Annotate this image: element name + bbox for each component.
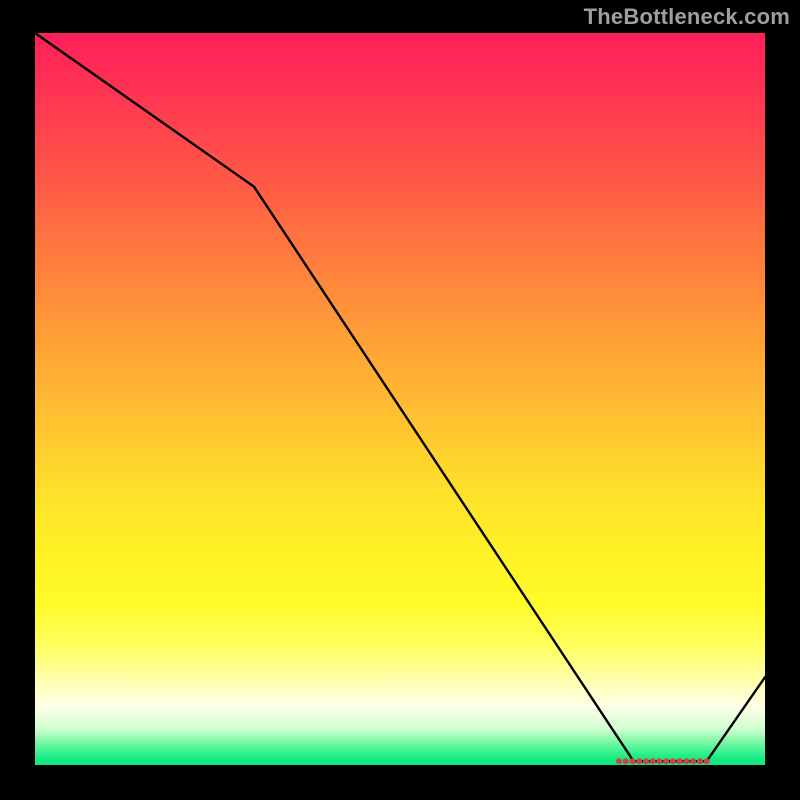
marker-dot <box>636 758 642 764</box>
attribution-label: TheBottleneck.com <box>584 4 790 30</box>
plot-area <box>35 33 765 765</box>
marker-dot <box>623 758 629 764</box>
marker-dot <box>663 758 669 764</box>
marker-dot <box>650 758 656 764</box>
marker-dot <box>643 758 649 764</box>
chart-line-group <box>35 33 765 761</box>
chart-frame: TheBottleneck.com <box>0 0 800 800</box>
marker-dot <box>677 758 683 764</box>
chart-line <box>35 33 765 761</box>
marker-dot <box>630 758 636 764</box>
chart-svg <box>35 33 765 765</box>
marker-dot <box>690 758 696 764</box>
marker-dot <box>656 758 662 764</box>
marker-dot <box>683 758 689 764</box>
marker-dot <box>670 758 676 764</box>
marker-dot <box>697 758 703 764</box>
marker-dot <box>704 758 710 764</box>
marker-dot <box>616 758 622 764</box>
